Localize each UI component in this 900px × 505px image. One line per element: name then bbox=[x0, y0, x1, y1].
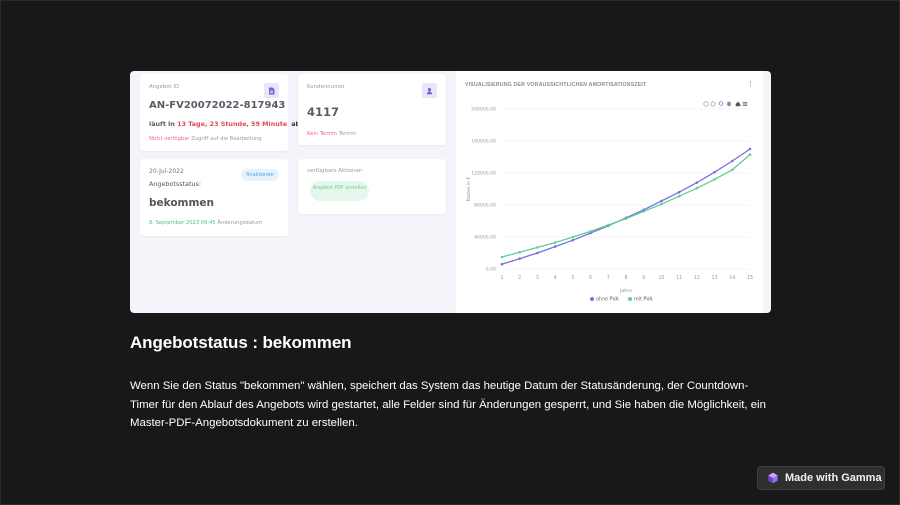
x-tick-label: 9 bbox=[642, 275, 645, 281]
legend-marker bbox=[590, 297, 594, 301]
data-point bbox=[536, 251, 539, 255]
home-icon bbox=[735, 101, 741, 107]
x-tick-label: 2 bbox=[518, 275, 521, 281]
data-point bbox=[500, 262, 504, 266]
available-actions-card: verfügbare Aktionen Angebot PDF erstelle… bbox=[298, 159, 446, 214]
x-tick-label: 11 bbox=[676, 275, 682, 281]
appointment-text: Termin bbox=[338, 131, 356, 137]
data-point bbox=[660, 199, 663, 203]
x-tick-label: 14 bbox=[729, 275, 735, 281]
data-point bbox=[748, 147, 752, 151]
countdown-prefix: läuft in bbox=[149, 120, 175, 128]
data-point bbox=[660, 202, 663, 206]
slide-body: Wenn Sie den Status "bekommen" wählen, s… bbox=[130, 380, 766, 429]
y-axis-label: Kosten in € bbox=[466, 177, 472, 202]
create-pdf-button[interactable]: Angebot PDF erstellen bbox=[310, 181, 369, 201]
y-tick-label: 0,00 bbox=[486, 267, 496, 273]
zoom-out-icon bbox=[710, 101, 716, 107]
data-point bbox=[500, 255, 504, 259]
data-point bbox=[589, 230, 592, 233]
y-tick-label: 120000,00 bbox=[471, 171, 496, 177]
no-appointment-text: Kein Termin bbox=[307, 131, 338, 137]
document-icon[interactable] bbox=[264, 83, 279, 98]
appointment-status: Kein Termin Termin bbox=[307, 131, 356, 137]
countdown-time: 13 Tage, 23 Stunde, 59 Minute bbox=[177, 120, 288, 128]
legend-label: ohne PVA bbox=[596, 297, 619, 303]
data-point bbox=[553, 245, 557, 248]
legend-label: mit PVA bbox=[634, 297, 653, 303]
data-point bbox=[677, 190, 681, 194]
data-point bbox=[518, 250, 522, 254]
x-tick-label: 7 bbox=[607, 275, 610, 281]
x-tick-label: 4 bbox=[554, 275, 557, 281]
data-point bbox=[713, 170, 716, 174]
data-point bbox=[677, 194, 681, 198]
data-point bbox=[606, 223, 610, 227]
data-point bbox=[624, 217, 628, 220]
app-screenshot: Angebot ID AN-FV20072022-817943 läuft in… bbox=[130, 71, 771, 313]
zoom-in-icon bbox=[703, 101, 709, 107]
data-point bbox=[713, 178, 716, 181]
slide-heading: Angebotstatus : bekommen bbox=[130, 333, 352, 352]
data-point bbox=[730, 168, 734, 172]
x-tick-label: 13 bbox=[712, 275, 718, 281]
user-icon[interactable] bbox=[422, 83, 437, 98]
change-date-value: 8. September 2023 09:45 bbox=[149, 220, 216, 226]
change-date-label: Änderungsdatum bbox=[217, 220, 263, 226]
legend-marker bbox=[628, 297, 632, 301]
edit-access-status: Nicht verfügbar Zugriff auf die Bearbeit… bbox=[149, 136, 262, 142]
offer-status-value: bekommen bbox=[149, 197, 215, 209]
customer-number: 4117 bbox=[307, 105, 340, 119]
x-tick-label: 8 bbox=[624, 275, 627, 281]
countdown: läuft in 13 Tage, 23 Stunde, 59 Minute ab… bbox=[149, 120, 303, 128]
data-point bbox=[553, 241, 557, 244]
y-tick-label: 40000,00 bbox=[474, 235, 496, 241]
x-tick-label: 15 bbox=[747, 275, 753, 281]
x-axis-label: Jahre bbox=[619, 288, 632, 294]
offer-date: 20-Jul-2022 bbox=[149, 168, 184, 175]
data-point bbox=[536, 246, 539, 249]
data-point bbox=[642, 210, 646, 213]
available-actions-label: verfügbare Aktionen bbox=[307, 168, 363, 174]
gamma-logo-icon bbox=[768, 472, 778, 484]
data-point bbox=[571, 235, 575, 239]
data-point bbox=[518, 257, 522, 260]
magnify-icon bbox=[718, 101, 724, 106]
not-available-text: Nicht verfügbar bbox=[149, 136, 190, 142]
made-with-gamma-badge[interactable]: Made with Gamma bbox=[757, 466, 885, 490]
y-tick-label: 80000,00 bbox=[474, 203, 496, 209]
x-tick-label: 12 bbox=[694, 275, 700, 281]
offer-id-label: Angebot ID bbox=[149, 84, 180, 90]
data-point bbox=[748, 153, 752, 156]
data-point bbox=[695, 181, 699, 184]
offer-id: AN-FV20072022-817943 bbox=[149, 100, 286, 111]
y-tick-label: 200000,00 bbox=[471, 107, 496, 113]
customer-number-label: Kundennumer bbox=[307, 84, 345, 90]
x-tick-label: 10 bbox=[658, 275, 664, 281]
offer-status-label: Angebotsstatus: bbox=[149, 180, 202, 188]
data-point bbox=[730, 159, 734, 163]
finalize-button[interactable]: finalisieren bbox=[241, 169, 279, 181]
x-tick-label: 1 bbox=[500, 275, 503, 281]
edit-access-text: Zugriff auf die Bearbeitung bbox=[191, 136, 262, 142]
y-tick-label: 160000,00 bbox=[471, 139, 496, 145]
x-tick-label: 3 bbox=[536, 275, 539, 281]
offer-id-card: Angebot ID AN-FV20072022-817943 läuft in… bbox=[140, 74, 303, 151]
offer-status-card: 20-Jul-2022 Angebotsstatus: finalisieren… bbox=[140, 159, 288, 236]
made-with-gamma-text: Made with Gamma bbox=[785, 472, 882, 484]
customer-number-card: Kundennumer 4117 Kein Termin Termin bbox=[298, 74, 446, 145]
amortization-chart-panel: VISUALISIERUNG DER VORAUSSICHTLICHEN AMO… bbox=[456, 71, 763, 313]
data-point bbox=[571, 238, 575, 242]
pan-hand-icon bbox=[727, 101, 731, 106]
x-tick-label: 5 bbox=[571, 275, 574, 281]
data-point bbox=[695, 186, 699, 190]
x-tick-label: 6 bbox=[589, 275, 592, 281]
amortization-chart: 0,00 40000,00 80000,00 120000,00 160000,00 20… bbox=[466, 101, 753, 303]
series-line-1 bbox=[501, 154, 751, 258]
change-date: 8. September 2023 09:45 Änderungsdatum bbox=[149, 220, 262, 226]
menu-icon bbox=[742, 102, 748, 106]
